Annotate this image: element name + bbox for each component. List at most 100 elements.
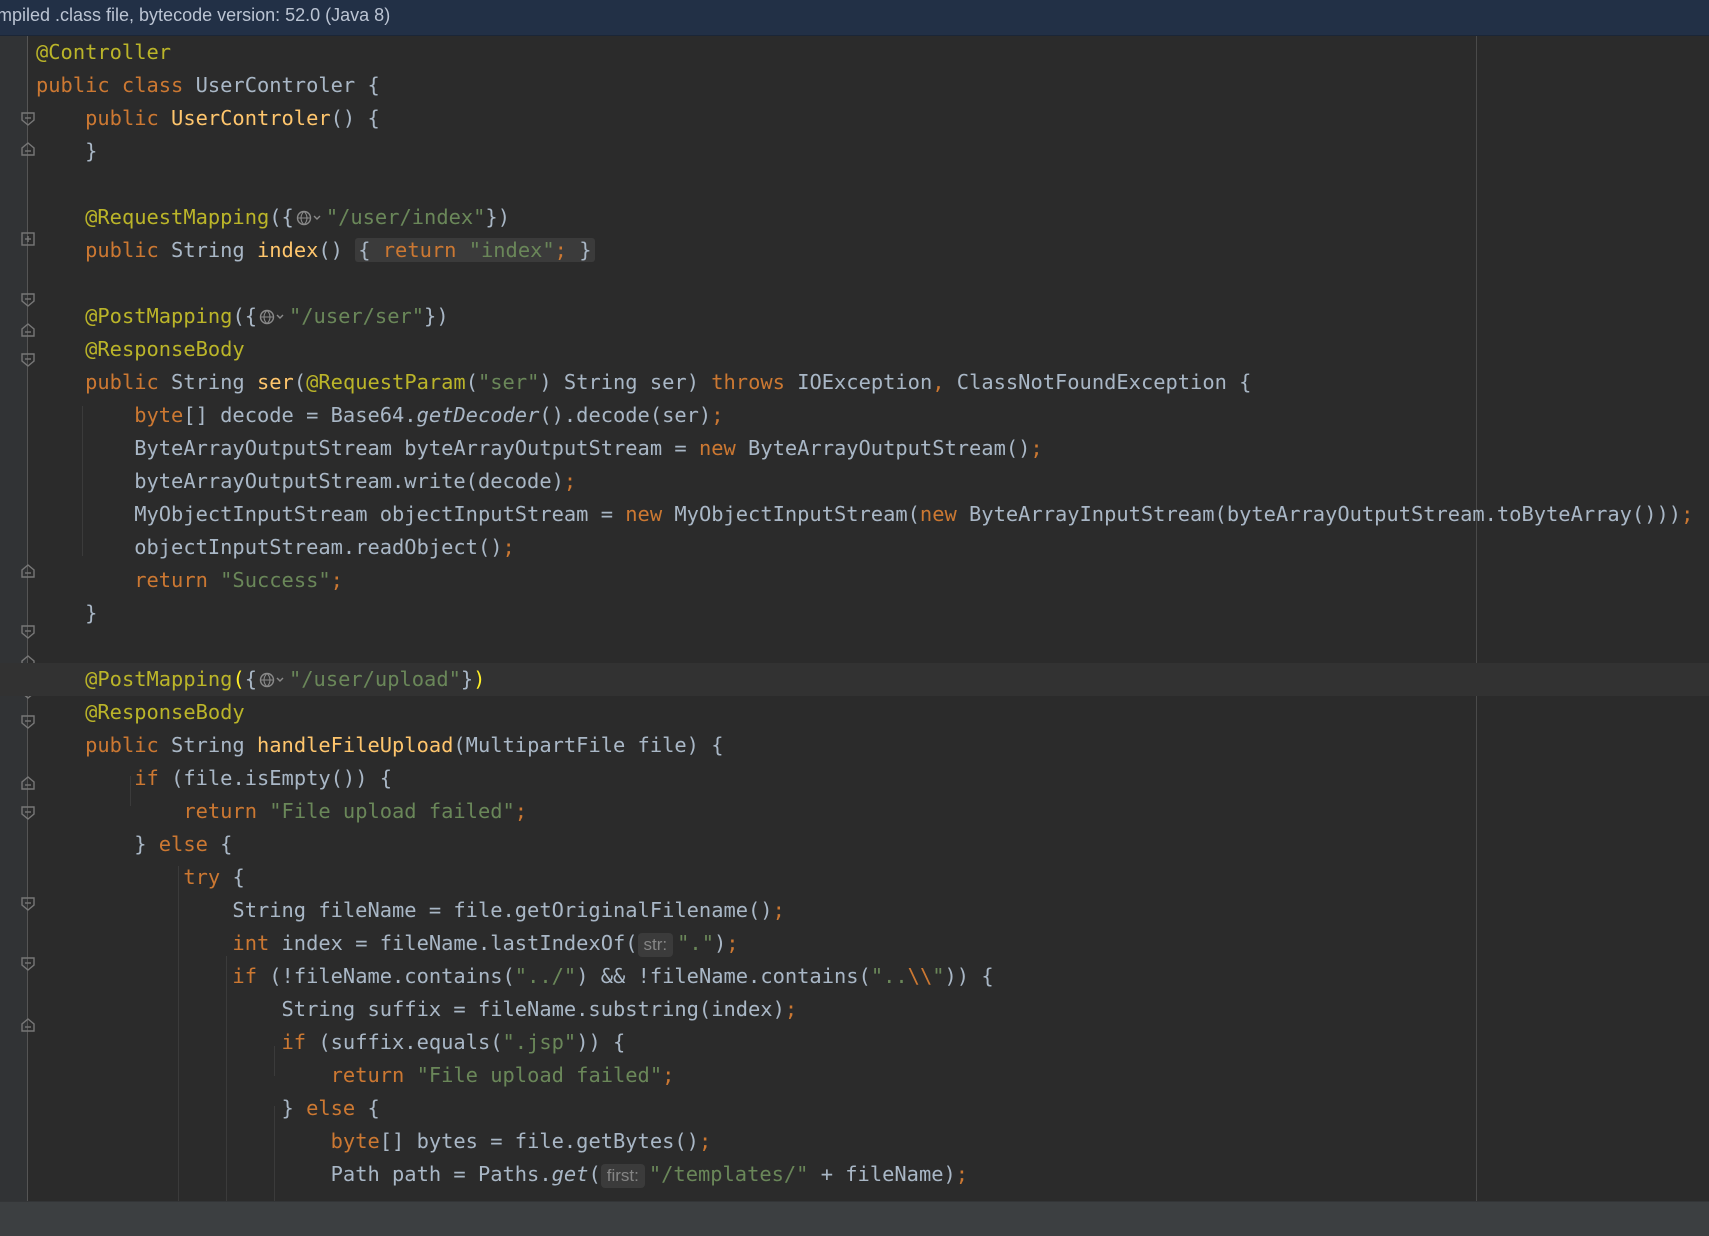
fold-start-icon[interactable] [21, 353, 35, 367]
semicolon: ; [563, 469, 577, 493]
code-line[interactable]: String fileName = file.getOriginalFilena… [36, 894, 784, 927]
keyword: if [232, 964, 270, 988]
fold-start-icon[interactable] [21, 806, 35, 820]
code-line[interactable]: } else { [36, 1092, 380, 1125]
folded-region[interactable]: { return "index"; } [355, 238, 595, 262]
code-line[interactable]: try { [36, 861, 244, 894]
semicolon: ; [1681, 502, 1694, 526]
method-name: ser [256, 370, 294, 394]
fold-end-icon[interactable] [21, 564, 35, 578]
annotation: @PostMapping [85, 304, 233, 328]
code-text: )) { [944, 964, 994, 988]
code-text: index = fileName.lastIndexOf( [281, 931, 638, 955]
code-line[interactable]: @Controller [36, 36, 171, 69]
parameter-hint: str: [637, 933, 674, 957]
code-text: () { [330, 106, 380, 130]
annotation: @PostMapping [85, 667, 233, 691]
annotation: @ResponseBody [85, 700, 245, 724]
code-line[interactable]: public String ser(@RequestParam("ser") S… [36, 366, 1251, 399]
fold-start-icon[interactable] [21, 715, 35, 729]
keyword: new [698, 436, 749, 460]
code-line[interactable]: @PostMapping({"/user/ser"}) [36, 300, 449, 333]
type-name: String [171, 370, 257, 394]
fold-end-icon[interactable] [21, 1018, 35, 1032]
annotation: @RequestParam [306, 370, 466, 394]
keyword: byte [134, 403, 184, 427]
code-line[interactable]: return "File upload failed"; [36, 795, 527, 828]
code-line[interactable]: return "Success"; [36, 564, 343, 597]
keyword: public [85, 238, 172, 262]
fold-start-icon[interactable] [21, 625, 35, 639]
keyword: new [625, 502, 675, 526]
code-line[interactable]: if (suffix.equals(".jsp")) { [36, 1026, 626, 1059]
code-line[interactable]: int index = fileName.lastIndexOf(str: "."… [36, 927, 739, 960]
code-line[interactable]: @ResponseBody [36, 333, 245, 366]
fold-end-icon[interactable] [21, 323, 35, 337]
current-code-line[interactable]: @PostMapping({"/user/upload"}) [0, 663, 1709, 696]
code-line[interactable]: if (file.isEmpty()) { [36, 762, 392, 795]
code-line[interactable]: ByteArrayOutputStream byteArrayOutputStr… [36, 432, 1043, 465]
code-text: ByteArrayInputStream(byteArrayOutputStre… [969, 502, 1682, 526]
code-line[interactable]: objectInputStream.readObject(); [36, 531, 515, 564]
code-editor[interactable]: @Controller public class UserControler {… [0, 36, 1709, 1201]
semicolon: ; [698, 1129, 712, 1153]
annotation: @ResponseBody [85, 337, 245, 361]
fold-start-icon[interactable] [21, 293, 35, 307]
keyword: return [330, 1063, 417, 1087]
string-literal: ".. [870, 964, 908, 988]
code-line[interactable]: String suffix = fileName.substring(index… [36, 993, 798, 1026]
code-line[interactable]: MyObjectInputStream objectInputStream = … [36, 498, 1693, 531]
code-line[interactable]: if (!fileName.contains("../") && !fileNa… [36, 960, 994, 993]
keyword: public [85, 370, 172, 394]
string-literal: "ser" [477, 370, 540, 394]
code-text: } [281, 1096, 307, 1120]
code-line[interactable]: } [36, 135, 97, 168]
code-line[interactable]: byteArrayOutputStream.write(decode); [36, 465, 576, 498]
matched-bracket: ) [473, 667, 486, 691]
type-name: IOException [797, 370, 933, 394]
class-name: UserControler { [195, 73, 380, 97]
code-line[interactable]: @ResponseBody [36, 696, 245, 729]
string-literal: "/user/upload" [289, 667, 461, 691]
code-line[interactable]: return "File upload failed"; [36, 1059, 675, 1092]
globe-icon[interactable] [296, 210, 324, 226]
globe-icon[interactable] [259, 672, 287, 688]
fold-start-icon[interactable] [21, 897, 35, 911]
code-line[interactable]: byte[] decode = Base64.getDecoder().deco… [36, 399, 723, 432]
code-text: { [220, 832, 233, 856]
code-line[interactable]: byte[] bytes = file.getBytes(); [36, 1125, 712, 1158]
code-text: ( [588, 1162, 601, 1186]
fold-start-icon[interactable] [21, 957, 35, 971]
code-line[interactable]: public String handleFileUpload(Multipart… [36, 729, 723, 762]
string-literal: "File upload failed" [269, 799, 515, 823]
fold-collapsed-icon[interactable] [21, 232, 35, 246]
globe-icon[interactable] [259, 309, 287, 325]
code-line[interactable]: public class UserControler { [36, 69, 380, 102]
semicolon: ; [955, 1162, 969, 1186]
string-literal: ".jsp" [502, 1030, 577, 1054]
code-line[interactable]: @RequestMapping({"/user/index"}) [36, 201, 510, 234]
annotation: @RequestMapping [85, 205, 270, 229]
code-line[interactable]: } [36, 597, 97, 630]
fold-start-icon[interactable] [21, 112, 35, 126]
code-text: ( [465, 370, 478, 394]
horizontal-scrollbar[interactable] [0, 1201, 1709, 1236]
fold-end-icon[interactable] [21, 776, 35, 790]
semicolon: ; [726, 931, 739, 955]
semicolon: ; [1030, 436, 1043, 460]
code-line[interactable]: } else { [36, 828, 232, 861]
code-text: } [460, 667, 474, 691]
code-text: }) [485, 205, 510, 229]
code-text: ({ [269, 205, 294, 229]
code-text: (MultipartFile file) { [453, 733, 724, 757]
constructor-name: UserControler [171, 106, 331, 130]
code-text: ByteArrayOutputStream() [748, 436, 1031, 460]
code-line[interactable]: public UserControler() { [36, 102, 380, 135]
code-line[interactable]: Path path = Paths.get(first: "/templates/… [36, 1158, 968, 1191]
code-line[interactable]: public String index() { return "index"; … [36, 234, 595, 267]
type-name: String [171, 238, 257, 262]
decompiled-class-banner: mpiled .class file, bytecode version: 52… [0, 0, 1709, 36]
type-name: ClassNotFoundException { [956, 370, 1252, 394]
keyword: return [134, 568, 221, 592]
fold-end-icon[interactable] [21, 142, 35, 156]
